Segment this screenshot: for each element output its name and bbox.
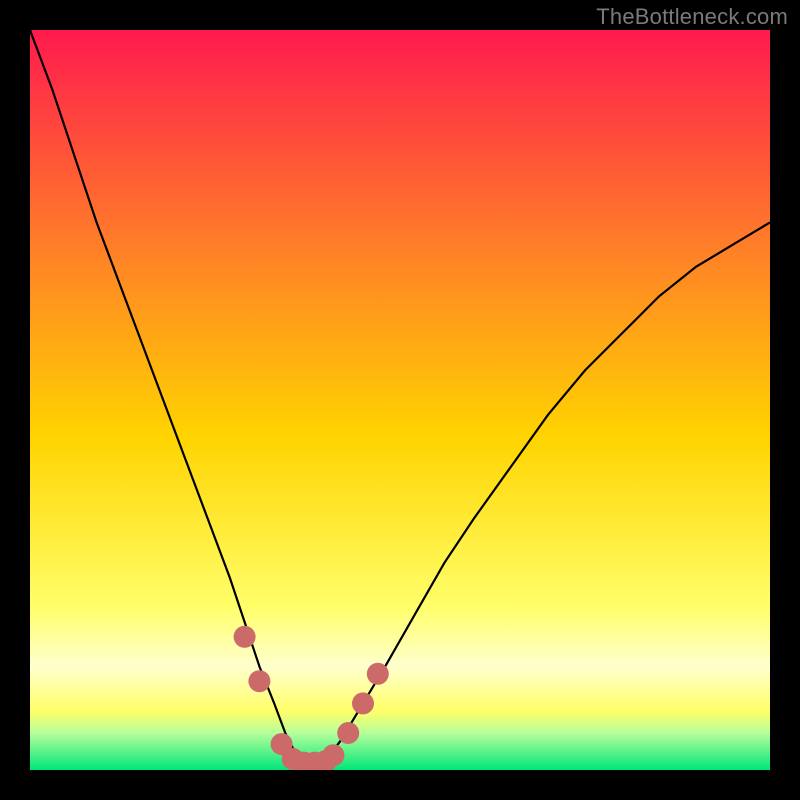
valley-dot — [248, 670, 270, 692]
valley-dot — [234, 626, 256, 648]
watermark-text: TheBottleneck.com — [596, 4, 788, 30]
gradient-background — [30, 30, 770, 770]
valley-dot — [322, 744, 344, 766]
valley-dot — [352, 692, 374, 714]
valley-dot — [337, 722, 359, 744]
chart-frame: TheBottleneck.com — [0, 0, 800, 800]
valley-dot — [367, 663, 389, 685]
bottleneck-chart — [30, 30, 770, 770]
